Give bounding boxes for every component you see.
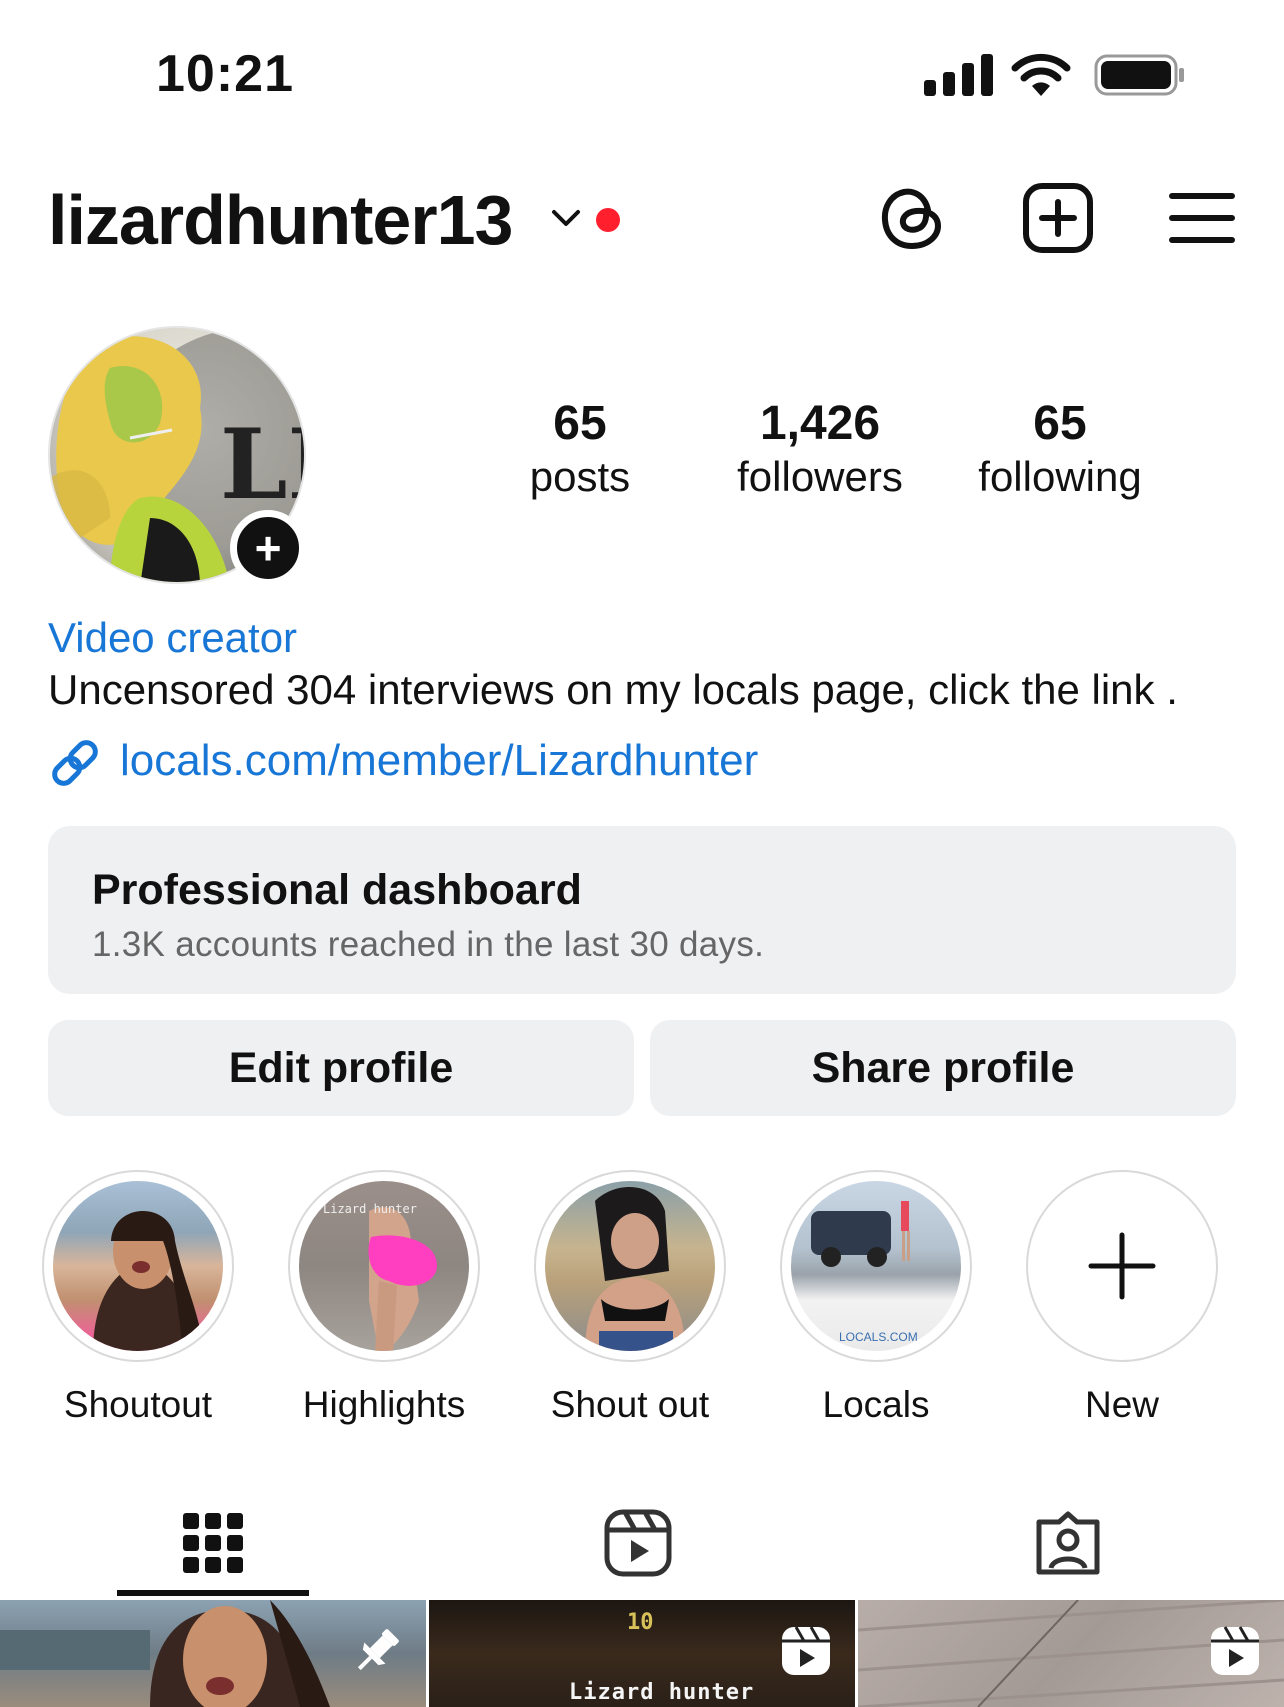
stat-posts[interactable]: 65 posts <box>460 396 700 502</box>
professional-dashboard[interactable]: Professional dashboard 1.3K accounts rea… <box>48 826 1236 994</box>
tab-tagged[interactable] <box>972 1490 1164 1596</box>
dashboard-subtitle: 1.3K accounts reached in the last 30 day… <box>92 925 765 964</box>
share-profile-button[interactable]: Share profile <box>650 1020 1236 1116</box>
reels-icon <box>1211 1626 1259 1675</box>
highlight-cover <box>53 1181 223 1351</box>
cellular-signal-icon <box>924 54 994 96</box>
highlight-label: Shoutout <box>63 1384 213 1425</box>
stat-followers[interactable]: 1,426 followers <box>700 396 940 502</box>
profile-category[interactable]: Video creator <box>48 614 297 662</box>
grid-reel[interactable]: 10 Lizard hunter <box>429 1600 855 1707</box>
posts-grid: 10 Lizard hunter <box>0 1600 1284 1707</box>
highlight-cover: LOCALS.COM <box>791 1181 961 1351</box>
dashboard-title: Professional dashboard <box>92 866 582 914</box>
profile-bio: Uncensored 304 interviews on my locals p… <box>48 666 1178 713</box>
add-post-icon[interactable] <box>1020 180 1096 256</box>
stat-label: posts <box>529 453 631 500</box>
link-icon <box>52 740 98 786</box>
highlight-label: Shout out <box>550 1384 710 1425</box>
stat-value: 65 <box>553 397 607 450</box>
stat-label: followers <box>737 453 903 500</box>
wifi-icon <box>1011 53 1071 96</box>
highlight-shout-out[interactable]: Shout out <box>532 1170 728 1426</box>
highlight-highlights[interactable]: Lizard hunter Highlights <box>286 1170 482 1426</box>
status-bar: 10:21 <box>0 0 1284 150</box>
highlight-new[interactable]: New <box>1024 1170 1220 1426</box>
reels-icon <box>604 1509 672 1577</box>
reels-icon <box>782 1626 830 1675</box>
profile-link-text[interactable]: locals.com/member/Lizardhunter <box>120 736 758 786</box>
status-time: 10:21 <box>156 45 294 103</box>
grid-reel[interactable] <box>858 1600 1284 1707</box>
highlight-locals[interactable]: LOCALS.COM Locals <box>778 1170 974 1426</box>
pin-icon <box>357 1629 399 1671</box>
avatar-logo-text: LH <box>220 408 306 521</box>
post-caption: Lizard hunter <box>569 1680 755 1705</box>
highlight-label: New <box>1084 1384 1160 1425</box>
highlight-ring: Lizard hunter <box>288 1170 480 1362</box>
post-overlay-number: 10 <box>627 1610 654 1635</box>
active-tab-indicator <box>117 1590 309 1596</box>
highlight-overlay-text: LOCALS.COM <box>839 1330 918 1344</box>
profile-header: lizardhunter13 <box>0 170 1284 270</box>
content-tabs <box>0 1490 1284 1600</box>
highlight-shoutout[interactable]: Shoutout <box>40 1170 236 1426</box>
new-highlight-circle <box>1026 1170 1218 1362</box>
highlight-ring <box>534 1170 726 1362</box>
edit-profile-button[interactable]: Edit profile <box>48 1020 634 1116</box>
highlight-overlay-text: Lizard hunter <box>323 1202 417 1216</box>
battery-icon <box>1094 54 1184 96</box>
plus-icon <box>1088 1232 1156 1300</box>
menu-icon[interactable] <box>1164 180 1240 256</box>
username-switcher[interactable]: lizardhunter13 <box>48 180 513 260</box>
highlight-ring <box>42 1170 234 1362</box>
stat-following[interactable]: 65 following <box>940 396 1180 502</box>
highlight-label: Locals <box>822 1384 930 1425</box>
grid-icon <box>183 1513 243 1573</box>
highlight-ring: LOCALS.COM <box>780 1170 972 1362</box>
grid-post[interactable] <box>0 1600 426 1707</box>
threads-icon[interactable] <box>876 180 952 256</box>
stat-value: 1,426 <box>759 397 881 450</box>
tab-reels[interactable] <box>542 1490 734 1596</box>
tab-posts-grid[interactable] <box>117 1490 309 1596</box>
highlight-cover: Lizard hunter <box>299 1181 469 1351</box>
notification-dot <box>596 208 620 232</box>
highlight-cover <box>545 1181 715 1351</box>
profile-avatar[interactable]: LH + <box>48 326 306 586</box>
highlight-label: Highlights <box>302 1384 466 1425</box>
add-story-button[interactable]: + <box>230 510 306 586</box>
stat-value: 65 <box>1033 397 1087 450</box>
chevron-down-icon[interactable] <box>548 200 584 236</box>
stat-label: following <box>978 453 1142 500</box>
tagged-icon <box>1036 1511 1100 1575</box>
